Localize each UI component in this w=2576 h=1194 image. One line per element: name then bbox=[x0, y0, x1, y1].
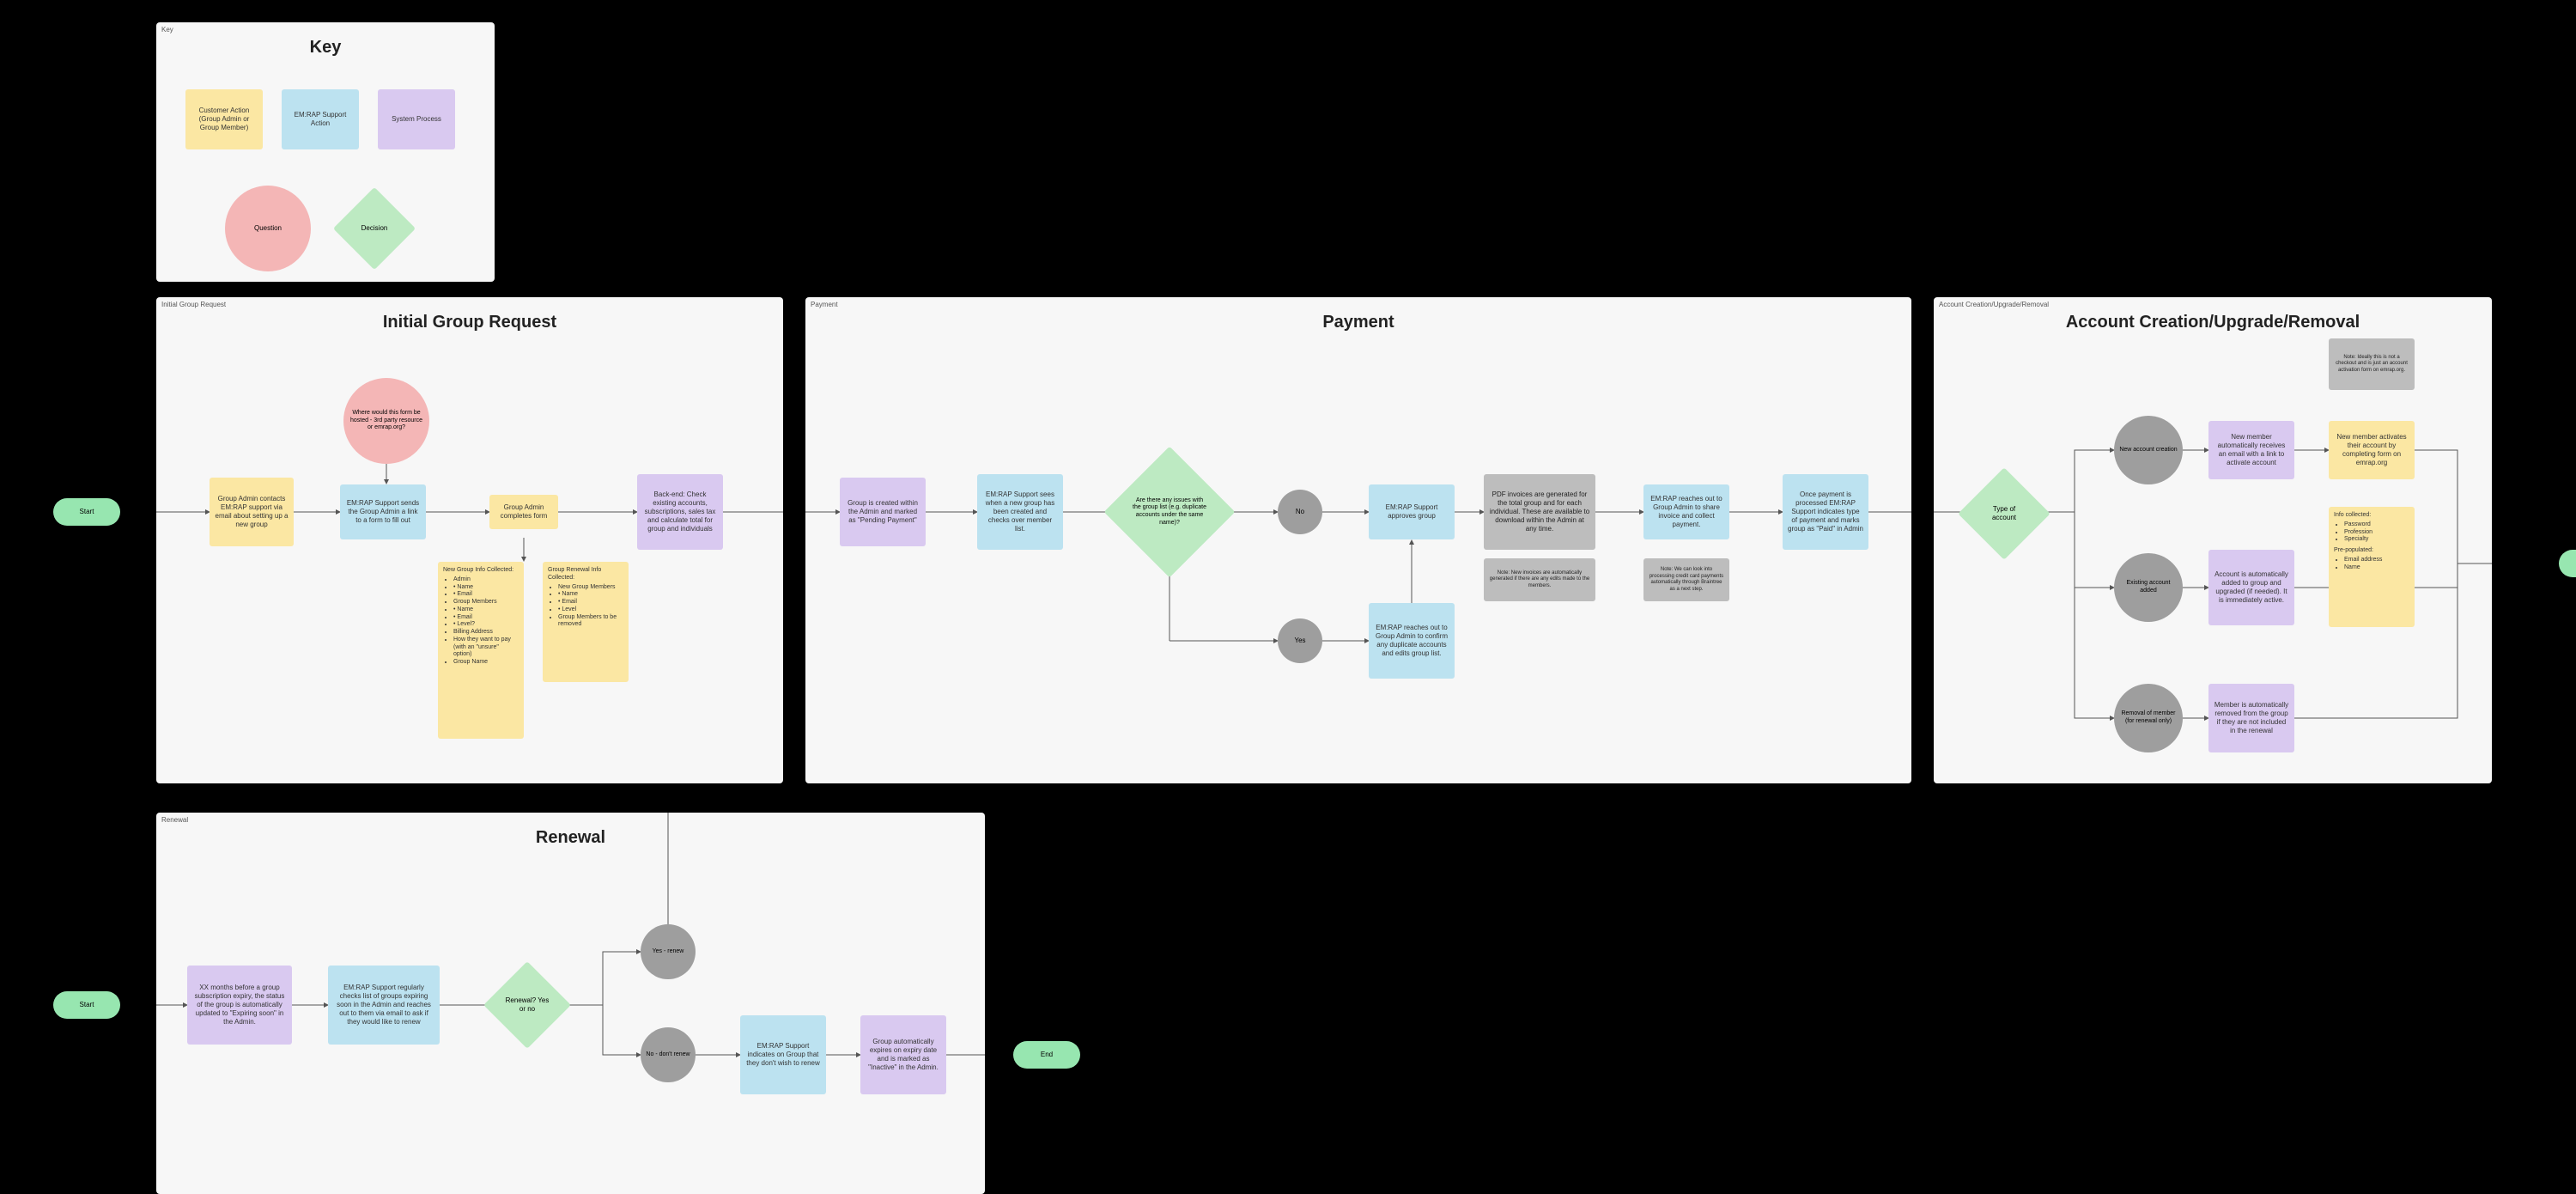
panel-account: Account Creation/Upgrade/Removal Account… bbox=[1934, 297, 2492, 783]
pay-approve: EM:RAP Support approves group bbox=[1369, 484, 1455, 539]
panel-title: Payment bbox=[805, 313, 1911, 332]
pay-mark-paid: Once payment is processed EM:RAP Support… bbox=[1783, 474, 1868, 550]
panel-title: Account Creation/Upgrade/Removal bbox=[1934, 313, 2492, 332]
acc-end: End bbox=[2559, 550, 2576, 577]
arrows bbox=[805, 297, 1911, 783]
panel-key: Key Key Customer Action (Group Admin or … bbox=[156, 22, 495, 282]
pay-collect-payment: EM:RAP reaches out to Group Admin to sha… bbox=[1643, 484, 1729, 539]
acc-remove-member: Member is automatically removed from the… bbox=[2208, 684, 2294, 752]
igr-renew-info: Group Renewal Info Collected: New Group … bbox=[543, 562, 629, 682]
panel-label: Key bbox=[161, 26, 173, 34]
key-system: System Process bbox=[378, 89, 455, 149]
acc-info-collected: Info collected: PasswordProfessionSpecia… bbox=[2329, 507, 2415, 627]
acc-note-ideally: Note: Ideally this is not a checkout and… bbox=[2329, 338, 2415, 390]
pay-support-checks: EM:RAP Support sees when a new group has… bbox=[977, 474, 1063, 550]
panel-initial-group-request: Initial Group Request Initial Group Requ… bbox=[156, 297, 783, 783]
ren-end: End bbox=[1013, 1041, 1080, 1069]
key-decision: Decision bbox=[333, 187, 416, 270]
pay-reach-duplicates: EM:RAP reaches out to Group Admin to con… bbox=[1369, 603, 1455, 679]
panel-payment: Payment Payment Group is created within … bbox=[805, 297, 1911, 783]
ren-expiring: XX months before a group subscription ex… bbox=[187, 966, 292, 1045]
pay-group-created: Group is created within the Admin and ma… bbox=[840, 478, 926, 546]
ren-indicate-no: EM:RAP Support indicates on Group that t… bbox=[740, 1015, 826, 1094]
panel-label: Account Creation/Upgrade/Removal bbox=[1939, 301, 2049, 308]
pay-issues-decision: Are there any issues with the group list… bbox=[1104, 447, 1236, 578]
pay-note-regen: Note: New invoices are automatically gen… bbox=[1484, 558, 1595, 601]
ren-start: Start bbox=[53, 991, 120, 1019]
panel-title: Key bbox=[156, 38, 495, 58]
pay-note-pdf: PDF invoices are generated for the total… bbox=[1484, 474, 1595, 550]
key-question: Question bbox=[225, 186, 311, 271]
acc-exist-upgrade: Account is automatically added to group … bbox=[2208, 550, 2294, 625]
pay-no: No bbox=[1278, 490, 1322, 534]
igr-complete-form: Group Admin completes form bbox=[489, 495, 558, 529]
igr-backend: Back-end: Check existing accounts, subsc… bbox=[637, 474, 723, 550]
igr-question: Where would this form be hosted - 3rd pa… bbox=[343, 378, 429, 464]
igr-send-form: EM:RAP Support sends the Group Admin a l… bbox=[340, 484, 426, 539]
ren-yes-circle: Yes - renew bbox=[641, 924, 696, 979]
panel-renewal: Renewal Renewal XX months before a group… bbox=[156, 813, 985, 1194]
ren-no-circle: No - don't renew bbox=[641, 1027, 696, 1082]
acc-remove-circle: Removal of member (for renewal only) bbox=[2114, 684, 2183, 752]
igr-start: Start bbox=[53, 498, 120, 526]
ren-expire: Group automatically expires on expiry da… bbox=[860, 1015, 946, 1094]
pay-note-braintree: Note: We can look into processing credit… bbox=[1643, 558, 1729, 601]
acc-type-decision: Type of account bbox=[1958, 467, 2050, 559]
panel-label: Renewal bbox=[161, 816, 188, 824]
acc-new-circle: New account creation bbox=[2114, 416, 2183, 484]
acc-exist-circle: Existing account added bbox=[2114, 553, 2183, 622]
panel-label: Payment bbox=[811, 301, 838, 308]
igr-contact: Group Admin contacts EM:RAP support via … bbox=[210, 478, 294, 546]
ren-decision: Renewal? Yes or no bbox=[483, 961, 571, 1049]
ren-support-check: EM:RAP Support regularly checks list of … bbox=[328, 966, 440, 1045]
igr-new-info: New Group Info Collected: Admin• Name• E… bbox=[438, 562, 524, 739]
acc-new-email: New member automatically receives an ema… bbox=[2208, 421, 2294, 479]
pay-yes: Yes bbox=[1278, 618, 1322, 663]
panel-title: Renewal bbox=[156, 828, 985, 848]
panel-label: Initial Group Request bbox=[161, 301, 226, 308]
panel-title: Initial Group Request bbox=[156, 313, 783, 332]
acc-new-activates: New member activates their account by co… bbox=[2329, 421, 2415, 479]
key-support: EM:RAP Support Action bbox=[282, 89, 359, 149]
key-customer: Customer Action (Group Admin or Group Me… bbox=[185, 89, 263, 149]
